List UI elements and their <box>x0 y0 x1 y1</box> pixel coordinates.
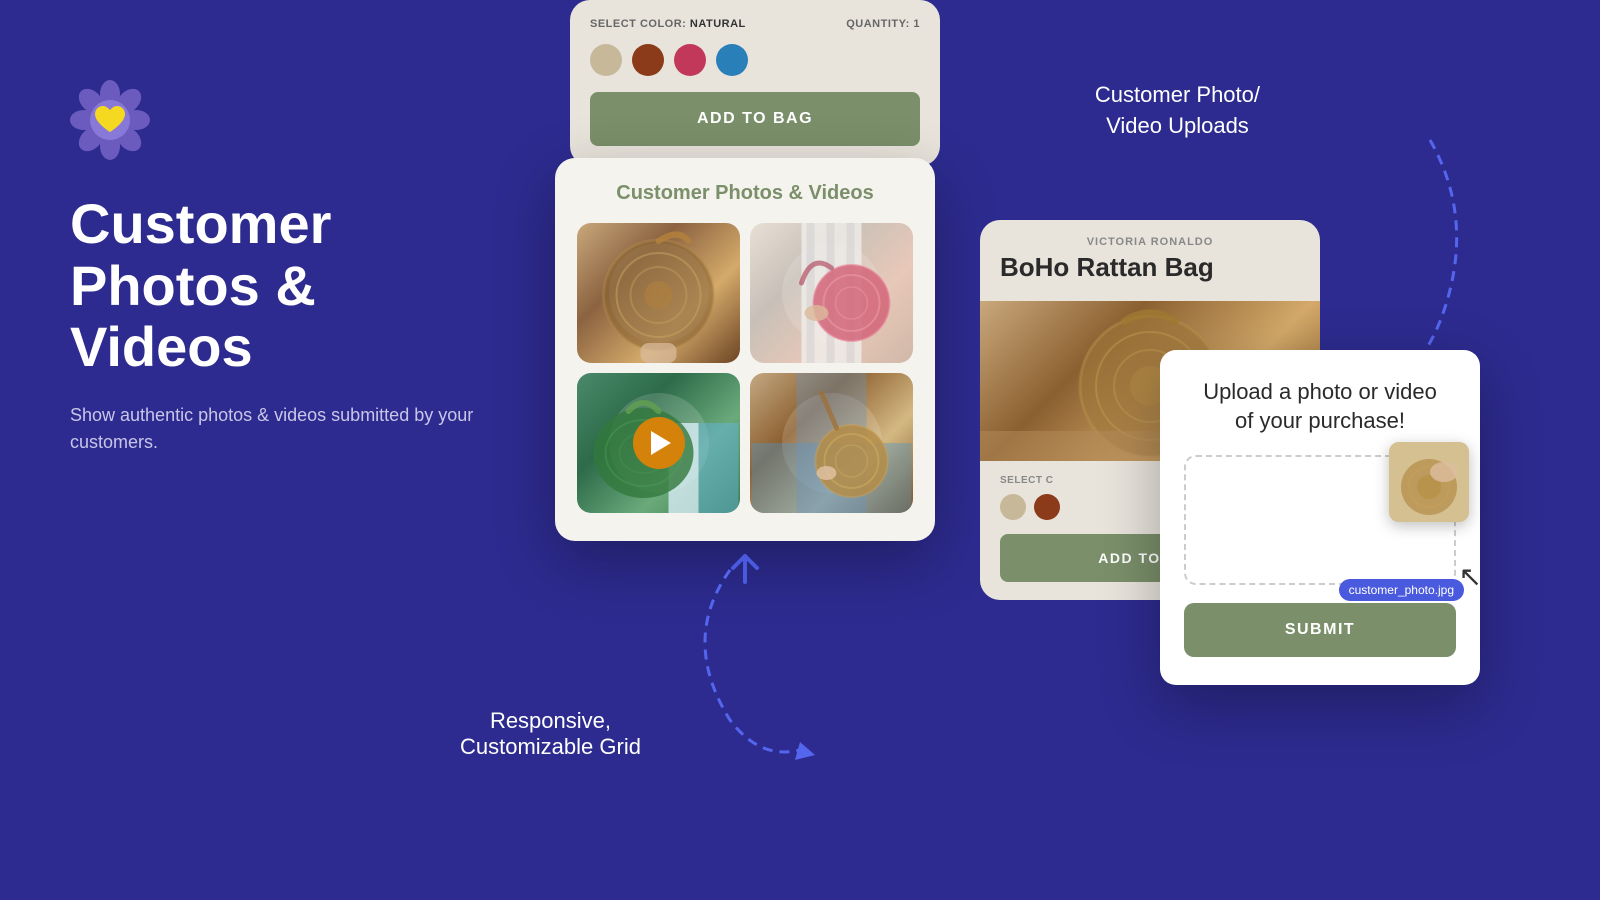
swatch-brown[interactable] <box>632 44 664 76</box>
main-heading: Customer Photos & Videos <box>70 193 490 378</box>
photo-pink-shoulder-bag[interactable] <box>750 223 913 363</box>
color-selector-row: SELECT COLOR: NATURAL QUANTITY: 1 <box>590 18 920 30</box>
upload-modal: Upload a photo or video of your purchase… <box>1160 350 1480 685</box>
color-label: SELECT COLOR: NATURAL <box>590 18 746 30</box>
customer-photo-upload-label: Customer Photo/ Video Uploads <box>1095 80 1260 142</box>
photos-card-title: Customer Photos & Videos <box>577 182 913 205</box>
seller-name: VICTORIA RONALDO <box>1000 236 1300 248</box>
swatch-pink[interactable] <box>674 44 706 76</box>
photo-video-cell[interactable] <box>577 373 740 513</box>
video-play-button[interactable] <box>633 417 685 469</box>
quantity-label: QUANTITY: 1 <box>846 18 920 30</box>
sub-description: Show authentic photos & videos submitted… <box>70 402 490 456</box>
right-swatch-brown[interactable] <box>1034 494 1060 520</box>
color-swatches <box>590 44 920 76</box>
add-to-bag-button-top[interactable]: ADD TO BAG <box>590 92 920 146</box>
product-widget-top: SELECT COLOR: NATURAL QUANTITY: 1 ADD TO… <box>570 0 940 166</box>
responsive-grid-label: Responsive, Customizable Grid <box>460 708 641 760</box>
photo-thumbnail <box>1389 442 1469 522</box>
swatch-blue[interactable] <box>716 44 748 76</box>
photo-grid <box>577 223 913 513</box>
customer-photos-card: Customer Photos & Videos <box>555 158 935 541</box>
submit-button[interactable]: SUBMIT <box>1184 603 1456 657</box>
play-icon <box>651 431 671 455</box>
upload-modal-title: Upload a photo or video of your purchase… <box>1184 378 1456 435</box>
left-section: Customer Photos & Videos Show authentic … <box>70 80 490 456</box>
color-value: NATURAL <box>690 18 746 30</box>
filename-badge: customer_photo.jpg <box>1339 579 1464 601</box>
photo-wicker-side-bag[interactable] <box>750 373 913 513</box>
right-swatch-beige[interactable] <box>1000 494 1026 520</box>
product-name: BoHo Rattan Bag <box>1000 252 1300 283</box>
right-card-header: VICTORIA RONALDO BoHo Rattan Bag <box>980 220 1320 301</box>
flower-logo <box>70 80 150 160</box>
swatch-beige[interactable] <box>590 44 622 76</box>
upload-dropzone[interactable]: ↖ customer_photo.jpg <box>1184 455 1456 585</box>
scroll-up-indicator[interactable] <box>721 546 769 593</box>
photo-rattan-round[interactable] <box>577 223 740 363</box>
